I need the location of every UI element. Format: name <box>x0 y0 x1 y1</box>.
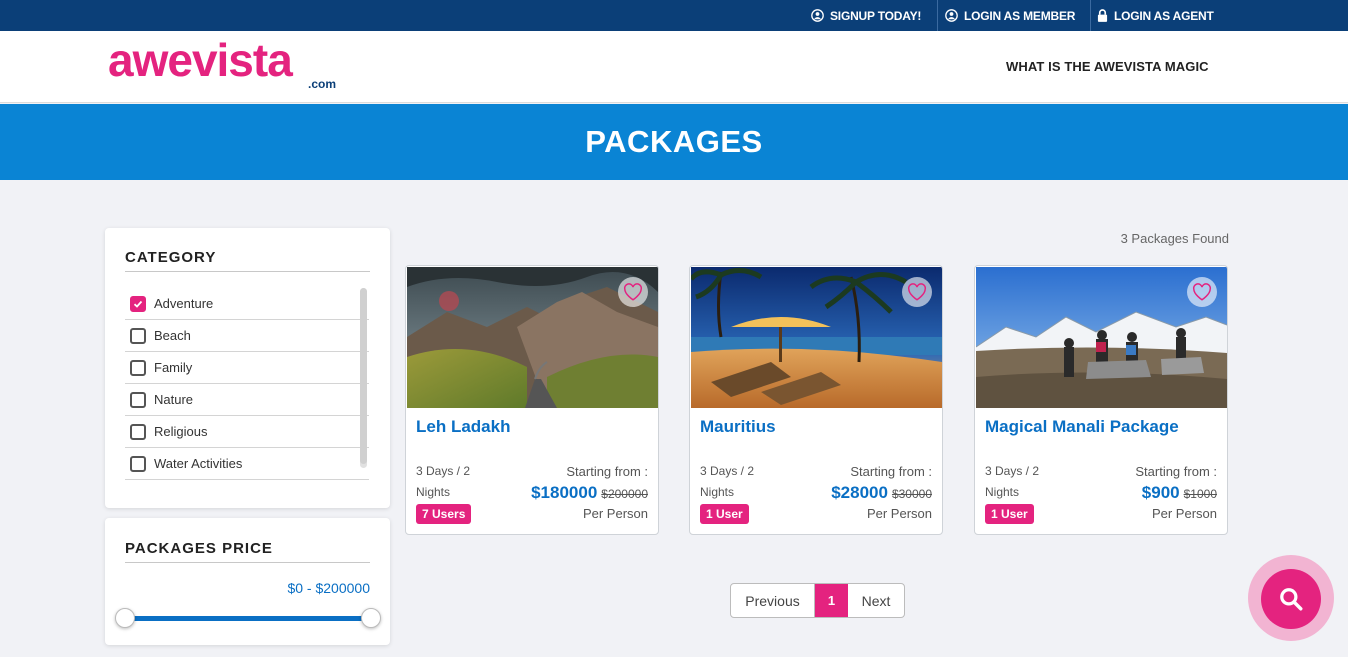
package-old-price: $200000 <box>601 487 648 501</box>
category-item-adventure[interactable]: Adventure <box>125 288 369 320</box>
package-duration: 3 Days / 2 <box>985 464 1040 478</box>
category-title: CATEGORY <box>125 249 217 266</box>
checkbox[interactable] <box>130 423 146 440</box>
checkbox[interactable] <box>130 359 146 376</box>
page-banner: PACKAGES <box>0 104 1348 180</box>
previous-page-button[interactable]: Previous <box>731 584 815 617</box>
package-duration-nights: Nights <box>416 485 451 499</box>
divider <box>937 0 938 31</box>
category-item-religious[interactable]: Religious <box>125 416 369 448</box>
per-person-label: Per Person <box>1151 506 1217 521</box>
package-duration-nights: Nights <box>700 485 735 499</box>
checkbox[interactable] <box>130 391 146 408</box>
heart-icon <box>624 283 642 301</box>
price-slider-max-handle[interactable] <box>361 608 381 628</box>
logo-suffix: .com <box>308 77 337 91</box>
package-price: $28000 <box>831 483 888 502</box>
favorite-button[interactable] <box>902 277 932 307</box>
signup-link[interactable]: SIGNUP TODAY! <box>811 0 921 31</box>
site-logo[interactable]: awevista .com <box>108 34 348 97</box>
login-agent-label: LOGIN AS AGENT <box>1114 8 1214 23</box>
package-image-leh-ladakh[interactable] <box>407 267 658 408</box>
package-card[interactable]: Leh Ladakh 3 Days / 2 Nights 7 Users Sta… <box>405 265 659 535</box>
user-circle-icon <box>811 9 824 22</box>
price-box: $28000 $30000 <box>831 483 932 503</box>
package-duration: 3 Days / 2 <box>416 464 471 478</box>
per-person-label: Per Person <box>582 506 648 521</box>
starting-from-label: Starting from : <box>1135 464 1217 479</box>
packages-found-count: 3 Packages Found <box>1120 231 1229 246</box>
price-range-label: $0 - $200000 <box>287 580 370 596</box>
favorite-button[interactable] <box>618 277 648 307</box>
checkbox[interactable] <box>130 455 146 472</box>
category-label: Water Activities <box>154 456 243 471</box>
category-item-beach[interactable]: Beach <box>125 320 369 352</box>
user-circle-icon <box>945 9 958 22</box>
price-box: $180000 $200000 <box>531 483 648 503</box>
login-agent-link[interactable]: LOGIN AS AGENT <box>1097 0 1214 31</box>
package-price: $180000 <box>531 483 598 502</box>
package-card[interactable]: Mauritius 3 Days / 2 Nights 1 User Start… <box>689 265 943 535</box>
lock-icon <box>1097 9 1108 22</box>
category-label: Adventure <box>154 296 214 311</box>
package-duration-nights: Nights <box>985 485 1020 499</box>
category-item-nature[interactable]: Nature <box>125 384 369 416</box>
users-badge: 7 Users <box>416 504 472 524</box>
login-member-link[interactable]: LOGIN AS MEMBER <box>945 0 1075 31</box>
top-bar: SIGNUP TODAY! LOGIN AS MEMBER LOGIN AS A… <box>0 0 1348 31</box>
category-label: Nature <box>154 392 194 407</box>
package-price: $900 <box>1141 483 1180 502</box>
category-label: Family <box>154 360 193 375</box>
package-image-mauritius[interactable] <box>691 267 942 408</box>
per-person-label: Per Person <box>866 506 932 521</box>
category-filter-panel: CATEGORY Adventure Beach Family Nature R… <box>105 228 390 508</box>
signup-label: SIGNUP TODAY! <box>830 8 922 23</box>
package-image-magical-manali[interactable] <box>976 267 1227 408</box>
users-badge: 1 User <box>700 504 749 524</box>
divider <box>125 562 370 563</box>
login-member-label: LOGIN AS MEMBER <box>964 8 1076 23</box>
starting-from-label: Starting from : <box>850 464 932 479</box>
price-box: $900 $1000 <box>1142 483 1217 503</box>
search-fab-button[interactable] <box>1261 569 1321 629</box>
package-old-price: $30000 <box>891 487 932 501</box>
divider <box>1090 0 1091 31</box>
pagination: Previous 1 Next <box>730 583 905 618</box>
checkbox[interactable] <box>130 327 146 344</box>
package-card[interactable]: Magical Manali Package 3 Days / 2 Nights… <box>974 265 1228 535</box>
next-page-button[interactable]: Next <box>848 584 904 617</box>
page-1-button[interactable]: 1 <box>815 584 848 617</box>
package-old-price: $1000 <box>1183 487 1217 501</box>
starting-from-label: Starting from : <box>566 464 648 479</box>
price-slider-min-handle[interactable] <box>115 608 135 628</box>
heart-icon <box>1193 283 1211 301</box>
category-label: Beach <box>154 328 191 343</box>
price-slider-track[interactable] <box>125 616 371 621</box>
package-title[interactable]: Magical Manali Package <box>985 417 1179 437</box>
divider <box>125 271 370 272</box>
nav-awevista-magic[interactable]: WHAT IS THE AWEVISTA MAGIC <box>1006 59 1209 74</box>
category-item-water-activities[interactable]: Water Activities <box>125 448 369 480</box>
check-icon <box>133 300 143 308</box>
favorite-button[interactable] <box>1187 277 1217 307</box>
site-header: awevista .com WHAT IS THE AWEVISTA MAGIC <box>0 31 1348 103</box>
category-scrollbar[interactable] <box>360 288 367 468</box>
heart-icon <box>908 283 926 301</box>
package-duration: 3 Days / 2 <box>700 464 755 478</box>
price-filter-panel: PACKAGES PRICE $0 - $200000 <box>105 518 390 645</box>
package-title[interactable]: Mauritius <box>700 417 776 437</box>
page-title: PACKAGES <box>585 124 763 159</box>
logo-text: awevista <box>108 34 293 86</box>
category-label: Religious <box>154 424 208 439</box>
scrollbar-thumb[interactable] <box>360 288 367 464</box>
package-title[interactable]: Leh Ladakh <box>416 417 510 437</box>
search-icon <box>1280 588 1303 611</box>
checkbox-checked[interactable] <box>130 295 146 312</box>
users-badge: 1 User <box>985 504 1034 524</box>
category-item-family[interactable]: Family <box>125 352 369 384</box>
price-title: PACKAGES PRICE <box>125 540 273 557</box>
